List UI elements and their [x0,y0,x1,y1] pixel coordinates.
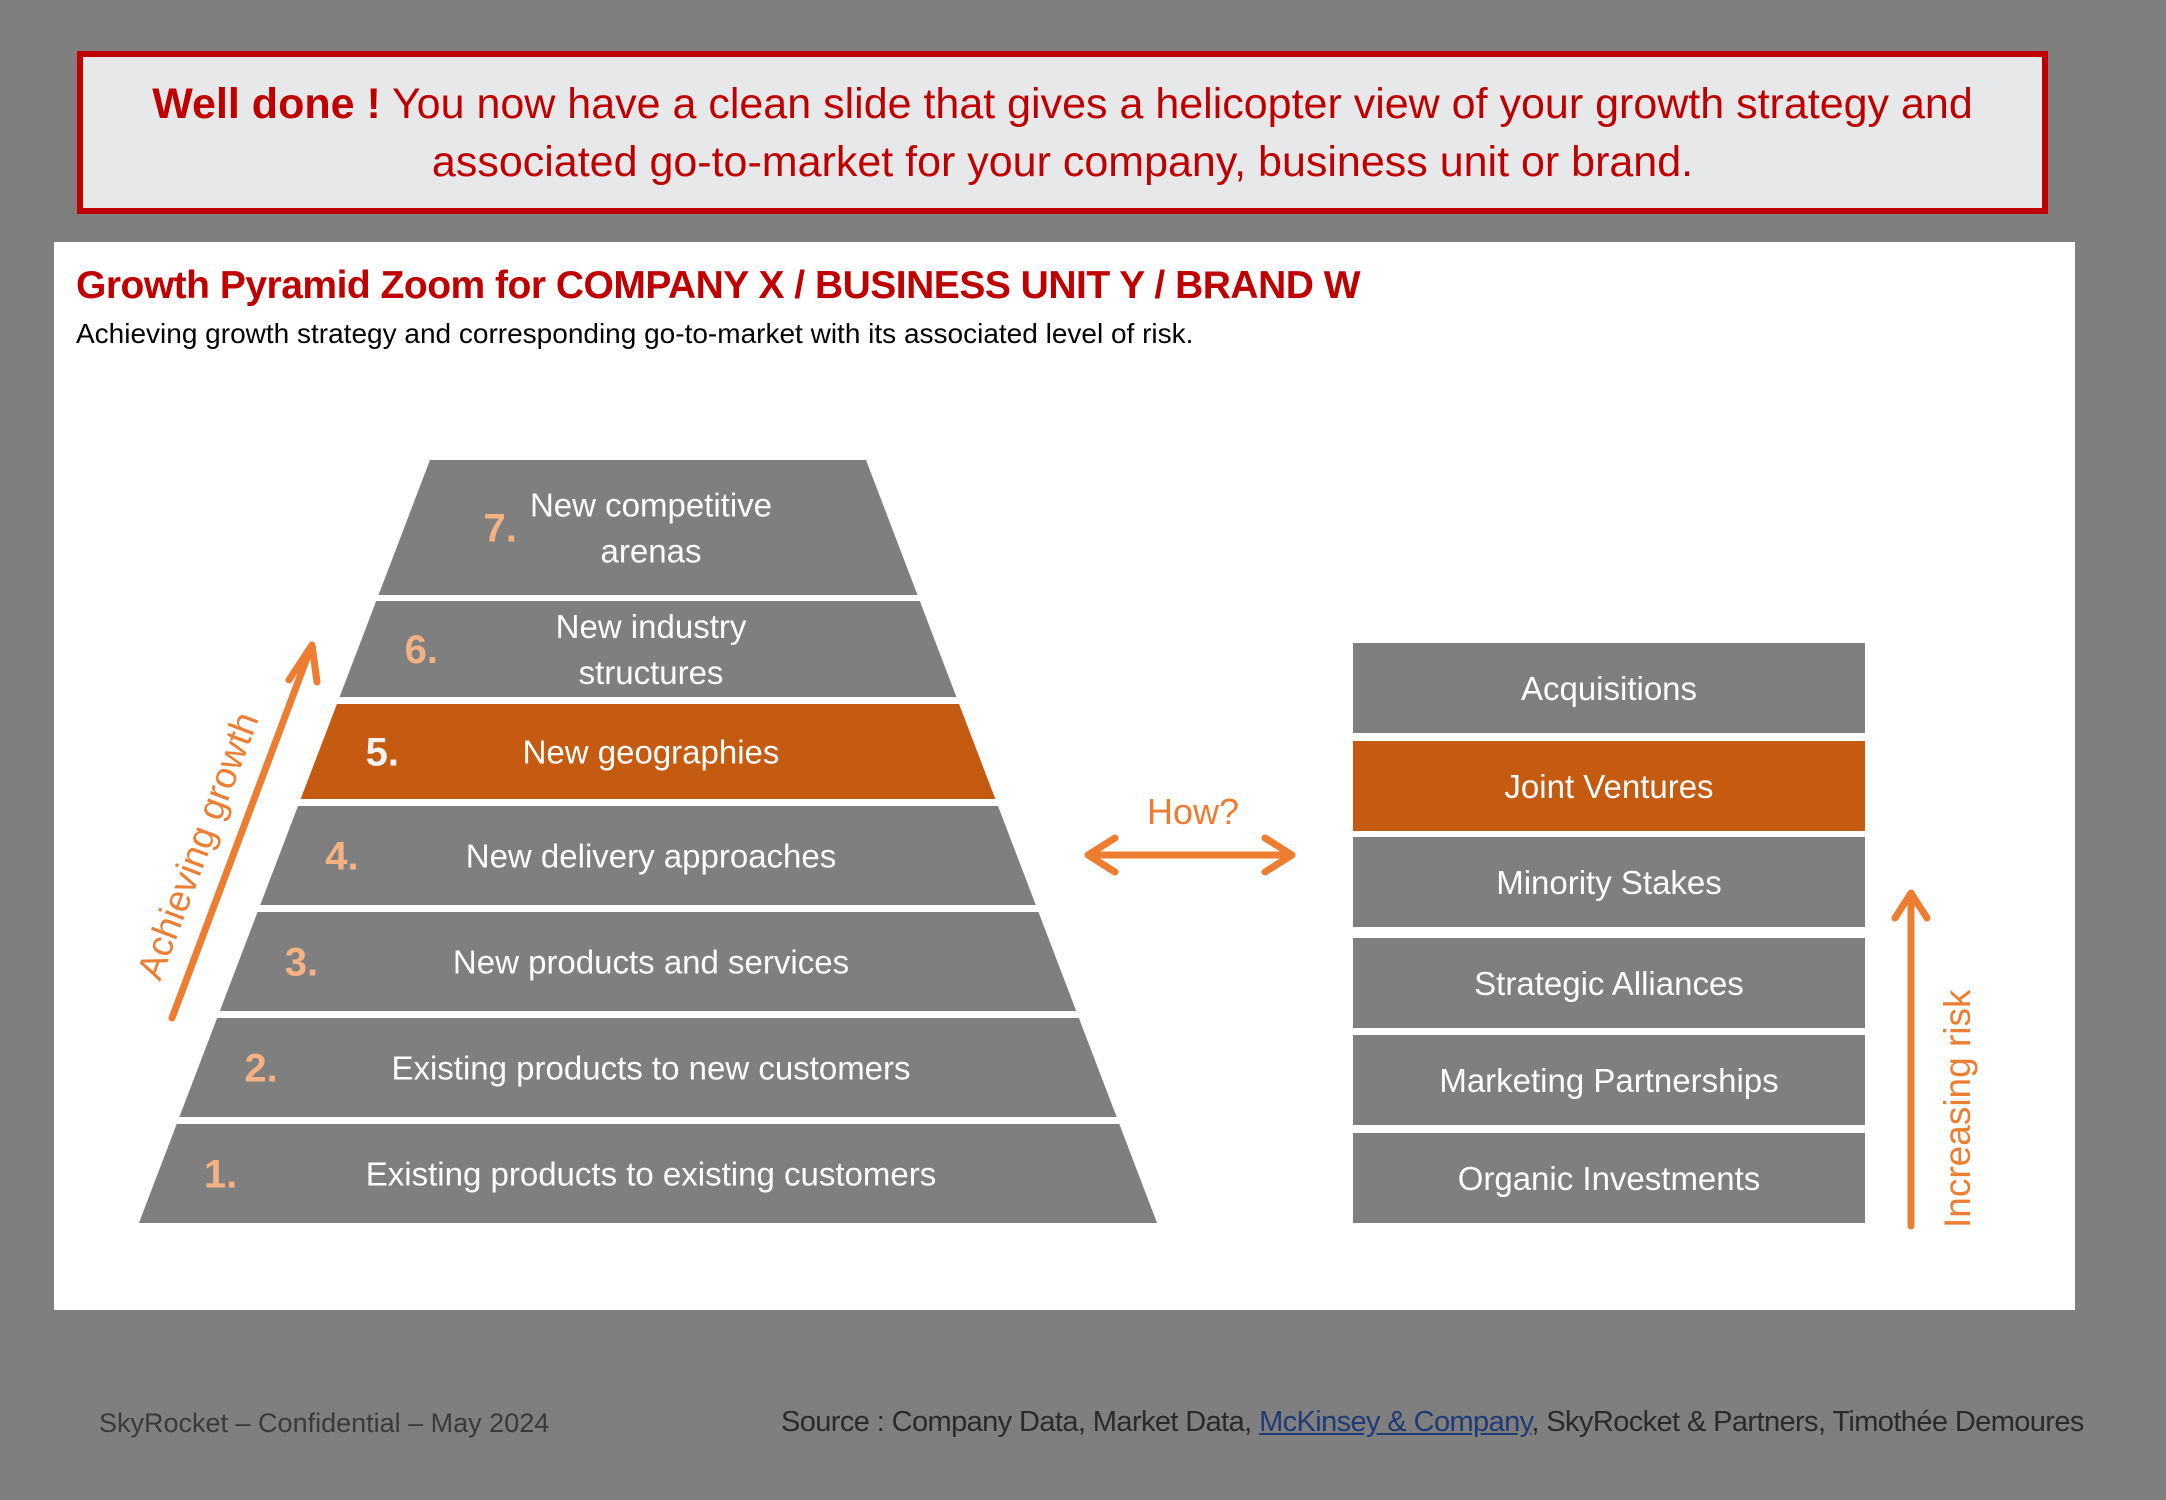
gtm-item: Joint Ventures [1353,741,1865,831]
gtm-item-label: Marketing Partnerships [1439,1062,1778,1099]
gtm-item: Minority Stakes [1353,837,1865,927]
gtm-item: Acquisitions [1353,643,1865,733]
gtm-item-label: Organic Investments [1458,1160,1761,1197]
how-connector: How? [1084,791,1296,876]
gtm-item-label: Strategic Alliances [1474,965,1744,1002]
pyramid-tier: 2. Existing products to new customers [179,1018,1117,1117]
pyramid-tier: 4. New delivery approaches [260,806,1036,905]
tier-number: 3. [285,941,318,985]
tier-number: 2. [244,1047,277,1091]
footer-confidential: SkyRocket – Confidential – May 2024 [99,1408,550,1438]
pyramid-tier: 1. Existing products to existing customer… [138,1124,1158,1223]
pyramid-tier-shape [378,460,918,595]
tier-label: arenas [601,533,702,570]
gtm-item-label: Joint Ventures [1504,768,1713,805]
growth-pyramid: 7. New competitive arenas 6. New industry str… [138,460,1158,1223]
footer-source: Source : Company Data, Market Data, McKi… [781,1406,2084,1439]
gtm-item: Strategic Alliances [1353,938,1865,1028]
gtm-item: Marketing Partnerships [1353,1035,1865,1125]
tier-label: structures [579,654,724,691]
pyramid-tier: 6. New industry structures [339,601,957,697]
tier-label: New industry [556,608,747,645]
pyramid-tier: 5. New geographies [300,704,996,799]
tier-number: 7. [483,507,516,551]
gtm-item: Organic Investments [1353,1133,1865,1223]
mckinsey-link[interactable]: McKinsey & Company [1259,1406,1532,1438]
go-to-market-stack: Acquisitions Joint Ventures Minority Stake… [1353,643,1865,1223]
increasing-risk-label: Increasing risk [1937,989,1978,1228]
growth-pyramid-diagram: 7. New competitive arenas 6. New industry str… [129,460,1978,1230]
tier-label: New geographies [523,734,780,771]
tier-label: New competitive [530,487,772,524]
pyramid-tier: 3. New products and services [219,912,1077,1011]
tier-label: Existing products to existing customers [366,1156,936,1193]
tier-label: New products and services [453,944,849,981]
tier-number: 4. [325,835,358,879]
tier-label: Existing products to new customers [391,1050,910,1087]
tier-number: 5. [366,731,399,775]
source-prefix: Source : Company Data, Market Data, [781,1406,1260,1438]
gtm-item-label: Acquisitions [1521,670,1697,707]
tier-number: 1. [204,1153,237,1197]
source-suffix: , SkyRocket & Partners, Timothée Demoure… [1531,1406,2084,1438]
how-label: How? [1147,791,1239,832]
tier-label: New delivery approaches [466,838,837,875]
gtm-item-label: Minority Stakes [1496,864,1722,901]
pyramid-tier: 7. New competitive arenas [378,460,918,595]
tier-number: 6. [405,628,438,672]
increasing-risk-arrow: Increasing risk [1891,889,1978,1230]
